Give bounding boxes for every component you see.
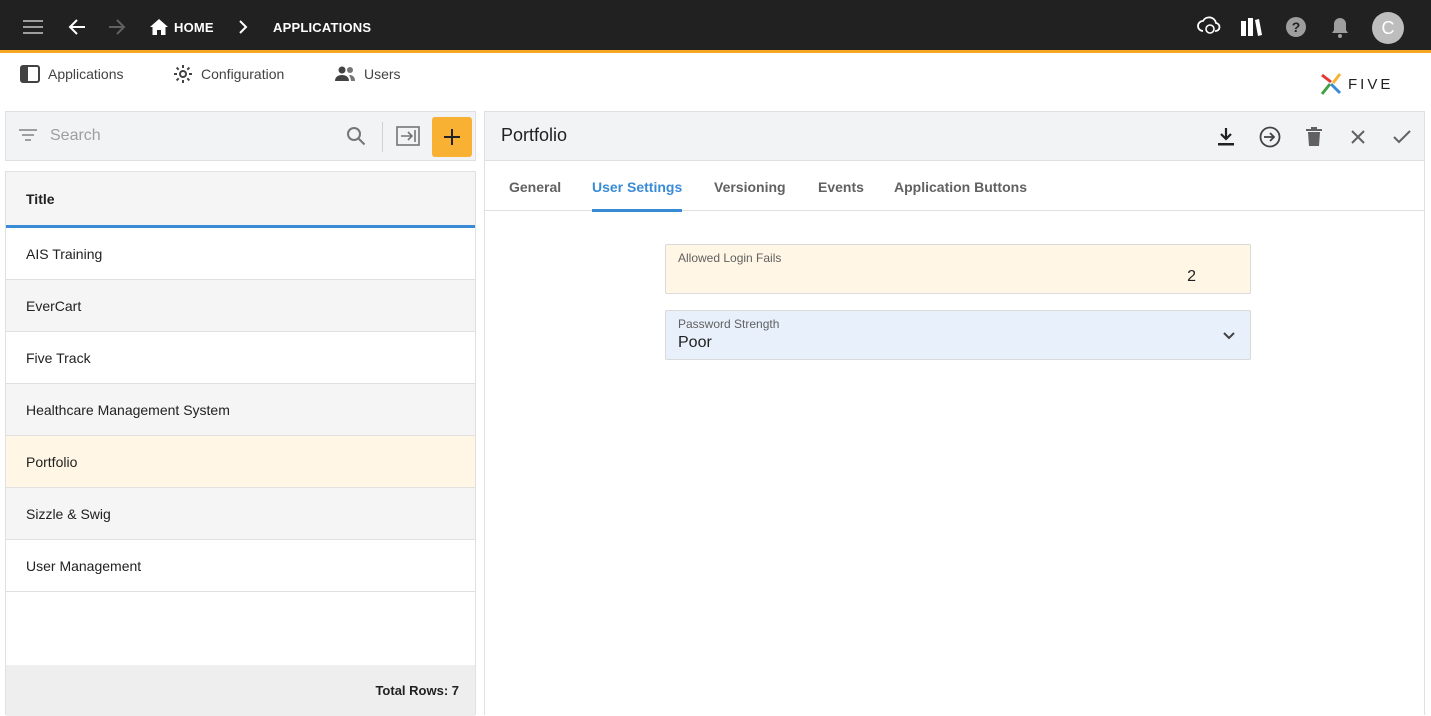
breadcrumb-chevron-icon (234, 14, 252, 40)
users-icon (335, 66, 355, 81)
tab-events[interactable]: Events (818, 162, 864, 211)
table-row[interactable]: AIS Training (6, 228, 475, 280)
applications-icon (20, 65, 40, 83)
close-icon[interactable] (1345, 124, 1371, 150)
user-avatar[interactable]: C (1372, 12, 1404, 44)
allowed-login-fails-field[interactable]: Allowed Login Fails 2 (665, 244, 1251, 294)
delete-icon[interactable] (1301, 124, 1327, 150)
password-strength-select[interactable]: Password Strength Poor (665, 310, 1251, 360)
total-rows-footer: Total Rows: 7 (6, 665, 475, 716)
nav-applications[interactable]: Applications (20, 62, 124, 86)
table-row[interactable]: Five Track (6, 332, 475, 384)
detail-tabs: General User Settings Versioning Events … (485, 162, 1424, 212)
home-icon (150, 19, 168, 35)
tab-user-settings[interactable]: User Settings (592, 162, 683, 212)
table-row-selected[interactable]: Portfolio (6, 436, 475, 488)
plus-icon (444, 129, 460, 145)
svg-text:?: ? (1292, 19, 1301, 35)
detail-header: Portfolio (485, 112, 1424, 161)
add-application-button[interactable] (432, 117, 472, 157)
table-row[interactable]: Sizzle & Swig (6, 488, 475, 540)
search-divider (382, 122, 383, 152)
search-icon[interactable] (346, 126, 368, 148)
five-logo-icon (1320, 73, 1342, 95)
tab-application-buttons[interactable]: Application Buttons (894, 162, 1027, 211)
hamburger-menu-icon[interactable] (20, 14, 46, 40)
home-label: HOME (174, 19, 214, 35)
forward-arrow-icon[interactable] (104, 14, 130, 40)
allowed-login-fails-value: 2 (1187, 268, 1196, 285)
tab-general[interactable]: General (509, 162, 561, 211)
application-detail-panel: Portfolio General User Settings Versioni… (484, 111, 1425, 715)
breadcrumb-applications[interactable]: APPLICATIONS (273, 14, 371, 40)
table-row[interactable]: User Management (6, 540, 475, 592)
five-logo: FIVE (1318, 70, 1393, 98)
home-link[interactable]: HOME (150, 14, 214, 40)
column-header-title[interactable]: Title (6, 172, 475, 228)
notifications-bell-icon[interactable] (1327, 14, 1353, 40)
save-check-icon[interactable] (1389, 124, 1415, 150)
nav-users[interactable]: Users (334, 62, 401, 86)
download-icon[interactable] (1213, 124, 1239, 150)
help-icon[interactable]: ? (1283, 14, 1309, 40)
detail-title: Portfolio (501, 125, 568, 145)
applications-table: Title AIS Training EverCart Five Track H… (5, 171, 476, 716)
tab-versioning[interactable]: Versioning (714, 162, 786, 211)
import-icon[interactable] (396, 126, 422, 148)
search-input[interactable] (50, 124, 340, 148)
configuration-gear-icon (174, 65, 192, 83)
password-strength-value: Poor (678, 334, 712, 351)
search-bar (5, 111, 476, 161)
library-books-icon[interactable] (1238, 14, 1264, 40)
table-row[interactable]: EverCart (6, 280, 475, 332)
cloud-sync-icon[interactable] (1196, 13, 1222, 39)
top-bar: HOME APPLICATIONS ? C (0, 0, 1431, 53)
back-arrow-icon[interactable] (64, 14, 90, 40)
applications-list-panel: Title AIS Training EverCart Five Track H… (5, 111, 476, 716)
table-row[interactable]: Healthcare Management System (6, 384, 475, 436)
chevron-down-icon[interactable] (1222, 328, 1236, 342)
sub-navigation: Applications Configuration Users (0, 56, 1431, 108)
launch-icon[interactable] (1257, 124, 1283, 150)
nav-configuration[interactable]: Configuration (173, 62, 284, 86)
filter-icon[interactable] (18, 127, 40, 147)
